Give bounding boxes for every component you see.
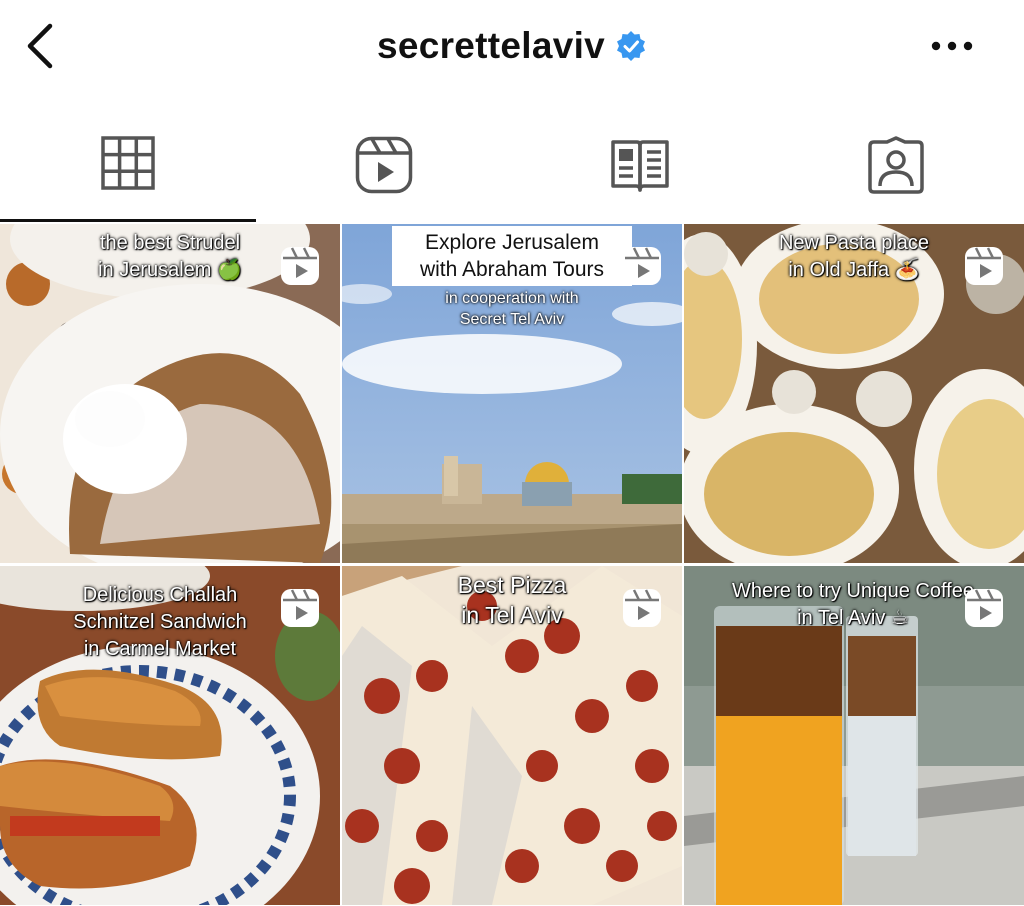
post-caption: Explore Jerusalem with Abraham Tours bbox=[392, 226, 632, 286]
tab-guides[interactable] bbox=[512, 118, 768, 222]
tab-reels[interactable] bbox=[256, 118, 512, 222]
reels-icon bbox=[623, 589, 661, 627]
reels-icon bbox=[355, 136, 413, 194]
reels-icon bbox=[965, 247, 1003, 285]
more-options-button[interactable] bbox=[922, 26, 982, 66]
guide-book-icon bbox=[611, 140, 669, 192]
profile-title: secrettelaviv bbox=[0, 22, 1024, 70]
post-tile[interactable]: Delicious Challah Schnitzel Sandwich in … bbox=[0, 566, 340, 905]
profile-username: secrettelaviv bbox=[376, 25, 606, 66]
reels-icon bbox=[965, 589, 1003, 627]
grid-icon bbox=[101, 136, 155, 190]
post-tile[interactable]: Explore Jerusalem with Abraham Tours in … bbox=[342, 224, 682, 563]
verified-badge-icon bbox=[617, 31, 646, 61]
more-horizontal-icon bbox=[931, 41, 973, 51]
profile-header: secrettelaviv bbox=[0, 0, 1024, 100]
reels-icon bbox=[281, 589, 319, 627]
posts-grid: the best Strudel in Jerusalem 🍏 Explore … bbox=[0, 224, 1024, 906]
post-tile[interactable]: Where to try Unique Coffee in Tel Aviv ☕ bbox=[684, 566, 1024, 905]
post-tile[interactable]: the best Strudel in Jerusalem 🍏 bbox=[0, 224, 340, 563]
post-tile[interactable]: New Pasta place in Old Jaffa 🍝 bbox=[684, 224, 1024, 563]
post-subcaption: in cooperation with Secret Tel Aviv bbox=[445, 290, 579, 328]
reels-icon bbox=[623, 247, 661, 285]
tab-posts[interactable] bbox=[0, 118, 256, 222]
profile-tabs bbox=[0, 118, 1024, 222]
tagged-person-icon bbox=[868, 136, 924, 194]
reels-icon bbox=[281, 247, 319, 285]
tab-tagged[interactable] bbox=[768, 118, 1024, 222]
post-tile[interactable]: Best Pizza in Tel Aviv bbox=[342, 566, 682, 905]
